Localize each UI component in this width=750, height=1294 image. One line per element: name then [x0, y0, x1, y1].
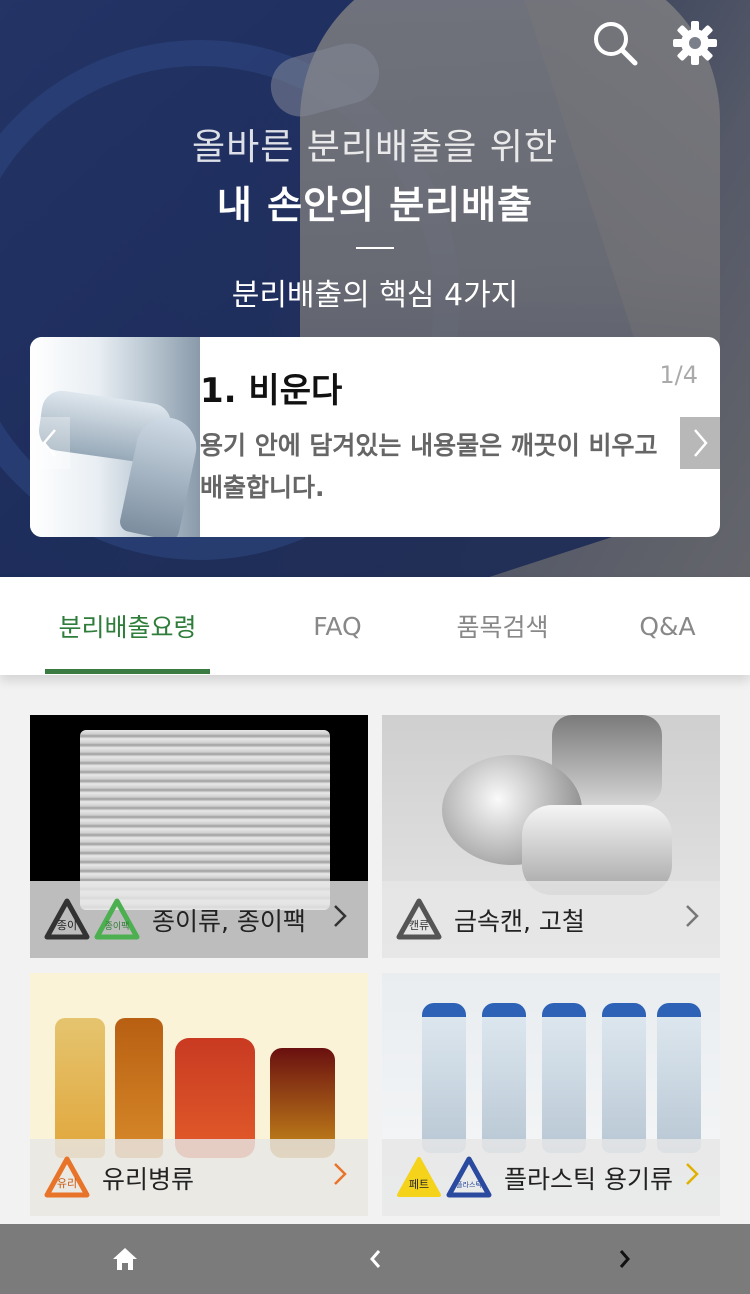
- recycle-carton-badge-icon: 종이팩: [94, 897, 140, 943]
- forward-chevron-icon[interactable]: [500, 1224, 750, 1294]
- recycle-plastic-badge-icon: 플라스틱: [446, 1155, 492, 1201]
- category-label: 플라스틱 용기류: [504, 1164, 673, 1194]
- hero-subtitle: 올바른 분리배출을 위한: [191, 127, 559, 168]
- tab-qna[interactable]: Q&A: [585, 577, 750, 675]
- category-bar: 페트 플라스틱 플라스틱 용기류: [382, 1139, 720, 1216]
- category-glass[interactable]: 유리 유리병류: [30, 973, 368, 1216]
- category-plastic[interactable]: 페트 플라스틱 플라스틱 용기류: [382, 973, 720, 1216]
- category-metal[interactable]: 캔류 금속캔, 고철: [382, 715, 720, 958]
- tip-card-title: 1. 비운다: [200, 371, 343, 411]
- badge-text: 플라스틱: [456, 1180, 482, 1189]
- category-label: 유리병류: [102, 1164, 195, 1194]
- category-bar: 종이 종이팩 종이류, 종이팩: [30, 881, 368, 958]
- badge-text: 페트: [409, 1178, 429, 1191]
- category-bar: 캔류 금속캔, 고철: [382, 881, 720, 958]
- chevron-right-icon: [332, 903, 348, 936]
- hero-title: 내 손안의 분리배출: [216, 183, 534, 227]
- back-chevron-icon[interactable]: [250, 1224, 500, 1294]
- badge-text: 캔류: [409, 919, 429, 932]
- category-label: 종이류, 종이팩: [152, 906, 306, 936]
- bottom-nav-bar: [0, 1224, 750, 1294]
- glass-photo-bottle-1: [55, 1018, 105, 1158]
- tab-bar: 분리배출요령 FAQ 품목검색 Q&A: [0, 577, 750, 675]
- badge-text: 종이팩: [105, 921, 130, 932]
- chevron-right-icon: [684, 903, 700, 936]
- category-label: 금속캔, 고철: [454, 906, 585, 936]
- search-icon[interactable]: [590, 18, 640, 68]
- tip-card: 1. 비운다 1/4 용기 안에 담겨있는 내용물은 깨끗이 비우고 배출합니다…: [30, 337, 720, 537]
- recycle-pet-badge-icon: 페트: [396, 1155, 442, 1201]
- gear-icon[interactable]: [670, 18, 720, 68]
- home-icon[interactable]: [0, 1224, 250, 1294]
- hero-divider: [356, 247, 394, 249]
- tab-guide[interactable]: 분리배출요령: [45, 577, 210, 675]
- chevron-right-icon: [332, 1161, 348, 1194]
- category-paper[interactable]: 종이 종이팩 종이류, 종이팩: [30, 715, 368, 958]
- plastic-photo-bottle: [542, 1003, 586, 1153]
- recycle-glass-badge-icon: 유리: [44, 1155, 90, 1201]
- plastic-photo-bottle: [482, 1003, 526, 1153]
- plastic-photo-bottle: [657, 1003, 701, 1153]
- carousel-next-button[interactable]: [680, 417, 720, 469]
- active-tab-indicator: [45, 669, 210, 674]
- chevron-right-icon: [684, 1161, 700, 1194]
- recycle-paper-badge-icon: 종이: [44, 897, 90, 943]
- tab-item-search[interactable]: 품목검색: [420, 577, 585, 675]
- top-toolbar: [590, 18, 720, 68]
- badge-text: 종이: [57, 919, 77, 932]
- tip-card-description: 용기 안에 담겨있는 내용물은 깨끗이 비우고 배출합니다.: [200, 431, 658, 502]
- recycle-can-badge-icon: 캔류: [396, 897, 442, 943]
- carousel-prev-button[interactable]: [30, 417, 70, 469]
- tip-card-page-indicator: 1/4: [659, 361, 698, 389]
- badge-text: 유리: [57, 1177, 77, 1190]
- plastic-photo-bottle: [602, 1003, 646, 1153]
- hero-key-heading: 분리배출의 핵심 4가지: [231, 278, 519, 313]
- category-bar: 유리 유리병류: [30, 1139, 368, 1216]
- glass-photo-bottle-2: [115, 1018, 163, 1158]
- tab-faq[interactable]: FAQ: [255, 577, 420, 675]
- plastic-photo-bottle: [422, 1003, 466, 1153]
